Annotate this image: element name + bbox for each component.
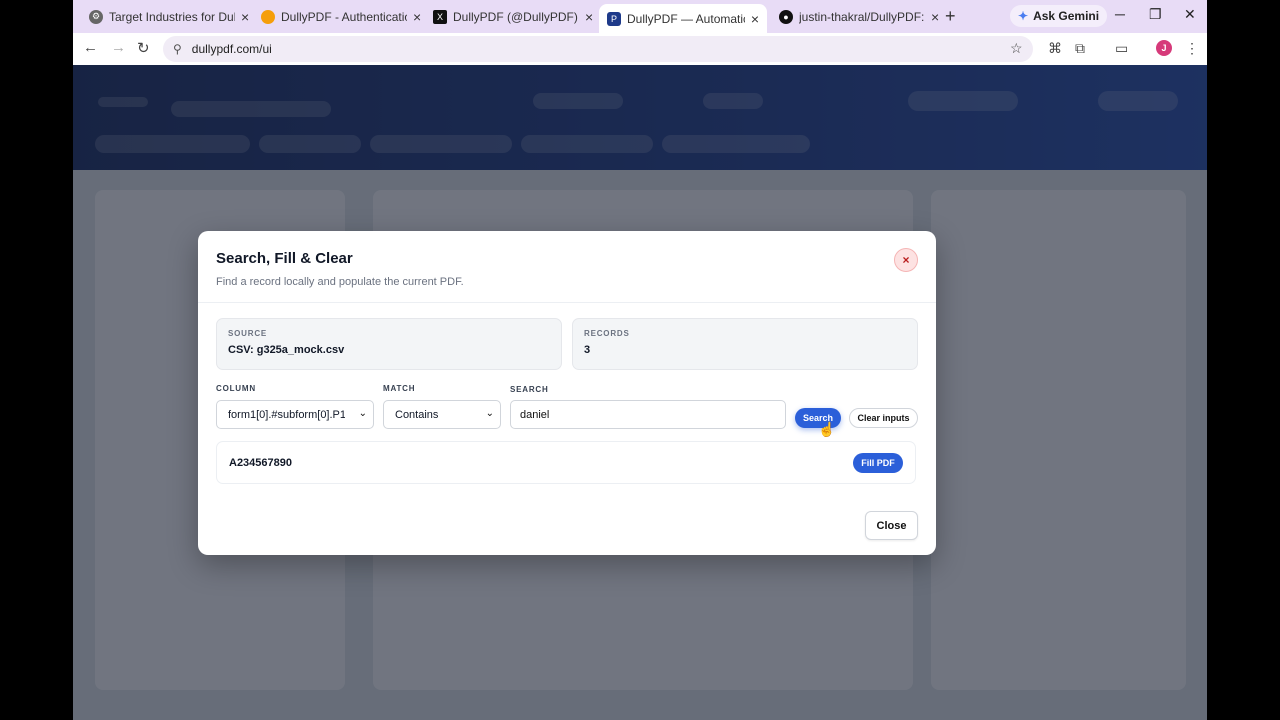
clear-inputs-button[interactable]: Clear inputs bbox=[849, 408, 918, 428]
tab-authentication[interactable]: DullyPDF - Authentication - Fi × bbox=[253, 4, 429, 29]
back-icon[interactable]: ← bbox=[83, 39, 98, 56]
address-bar[interactable]: ⚲ dullypdf.com/ui bbox=[163, 36, 1033, 62]
close-window-icon[interactable]: ✕ bbox=[1184, 6, 1196, 23]
close-icon[interactable]: × bbox=[585, 9, 593, 25]
fill-pdf-button[interactable]: Fill PDF bbox=[853, 453, 903, 473]
dialog-title: Search, Fill & Clear bbox=[216, 250, 353, 267]
chevron-down-icon: ⌄ bbox=[358, 408, 367, 419]
close-icon[interactable]: × bbox=[751, 11, 759, 27]
tab-title: DullyPDF (@DullyPDF) / X bbox=[453, 9, 579, 24]
column-select[interactable]: form1[0].#subform[0].P1 ⌄ bbox=[216, 400, 374, 429]
tab-strip: ⚙ Target Industries for DullyPDF × Dully… bbox=[73, 0, 1207, 33]
tab-dullypdf-active[interactable]: P DullyPDF — Automatic PDF to × bbox=[599, 4, 767, 33]
github-icon: ● bbox=[779, 9, 793, 24]
source-value: CSV: g325a_mock.csv bbox=[228, 344, 345, 356]
chevron-down-icon: ⌄ bbox=[485, 408, 494, 419]
x-icon: X bbox=[433, 9, 447, 24]
records-card: RECORDS 3 bbox=[572, 318, 918, 370]
minimize-icon[interactable]: ─ bbox=[1115, 6, 1125, 22]
search-fill-dialog: Search, Fill & Clear Find a record local… bbox=[198, 231, 936, 555]
column-select-value: form1[0].#subform[0].P1 bbox=[228, 408, 345, 421]
bookmark-star-icon[interactable]: ☆ bbox=[1010, 40, 1023, 57]
tab-x-profile[interactable]: X DullyPDF (@DullyPDF) / X × bbox=[425, 4, 601, 29]
close-icon[interactable]: × bbox=[413, 9, 421, 25]
ask-gemini-button[interactable]: ✦ Ask Gemini bbox=[1010, 5, 1108, 27]
result-row[interactable]: A234567890 Fill PDF bbox=[216, 441, 916, 484]
result-id: A234567890 bbox=[229, 457, 293, 469]
dullypdf-icon: P bbox=[607, 11, 621, 26]
tab-github[interactable]: ● justin-thakral/DullyPDF: Dully × bbox=[771, 4, 947, 29]
tab-title: DullyPDF - Authentication - Fi bbox=[281, 9, 407, 24]
browser-toolbar: ← → ↻ ⚲ dullypdf.com/ui ☆ ⌘ ⧉ ▭ J ⋮ bbox=[73, 33, 1207, 65]
records-label: RECORDS bbox=[584, 329, 630, 338]
gear-icon: ⚙ bbox=[89, 9, 103, 24]
search-input[interactable] bbox=[510, 400, 786, 429]
extension-icon[interactable]: ⌘ bbox=[1048, 40, 1062, 57]
divider bbox=[198, 302, 936, 303]
source-card: SOURCE CSV: g325a_mock.csv bbox=[216, 318, 562, 370]
source-label: SOURCE bbox=[228, 329, 268, 338]
menu-kebab-icon[interactable]: ⋮ bbox=[1185, 40, 1199, 57]
close-icon[interactable]: × bbox=[241, 9, 249, 25]
dialog-subtitle: Find a record locally and populate the c… bbox=[216, 276, 464, 288]
match-select-value: Contains bbox=[395, 408, 439, 421]
tab-title: Target Industries for DullyPDF bbox=[109, 9, 235, 24]
site-info-icon[interactable]: ⚲ bbox=[173, 42, 182, 56]
close-icon[interactable]: × bbox=[894, 248, 918, 272]
match-select[interactable]: Contains ⌄ bbox=[383, 400, 501, 429]
firebase-icon bbox=[261, 9, 275, 24]
tab-title: justin-thakral/DullyPDF: Dully bbox=[799, 9, 925, 24]
avatar[interactable]: J bbox=[1156, 40, 1172, 56]
url-text: dullypdf.com/ui bbox=[191, 42, 272, 56]
gemini-label: Ask Gemini bbox=[1033, 9, 1100, 23]
new-tab-button[interactable]: + bbox=[945, 6, 956, 27]
tab-title: DullyPDF — Automatic PDF to bbox=[627, 11, 745, 26]
reload-icon[interactable]: ↻ bbox=[137, 39, 150, 57]
close-button[interactable]: Close bbox=[865, 511, 918, 540]
forward-icon[interactable]: → bbox=[111, 39, 126, 56]
puzzle-icon[interactable]: ⧉ bbox=[1075, 40, 1085, 57]
column-label: COLUMN bbox=[216, 384, 256, 393]
close-icon[interactable]: × bbox=[931, 9, 939, 25]
search-label: SEARCH bbox=[510, 385, 549, 394]
restore-icon[interactable]: ❐ bbox=[1149, 6, 1162, 23]
hand-cursor-icon: ☝ bbox=[818, 421, 836, 437]
gemini-spark-icon: ✦ bbox=[1018, 9, 1029, 23]
records-value: 3 bbox=[584, 344, 591, 356]
match-label: MATCH bbox=[383, 384, 416, 393]
tab-target-industries[interactable]: ⚙ Target Industries for DullyPDF × bbox=[81, 4, 257, 29]
sidepanel-icon[interactable]: ▭ bbox=[1115, 40, 1128, 57]
